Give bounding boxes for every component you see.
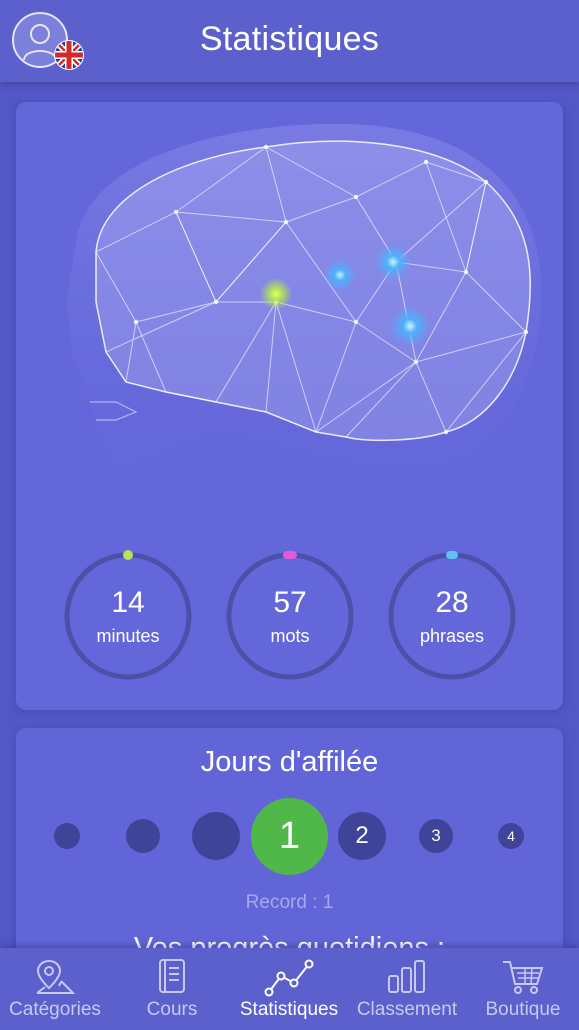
streak-record: Record : 1 <box>245 892 334 913</box>
brain-stats-card: 14 minutes 57 mots 28 phrases <box>16 102 563 710</box>
brain-head-illustration <box>66 123 542 523</box>
map-pin-icon <box>36 959 75 994</box>
stat-words: 57 mots <box>224 550 356 682</box>
stat-value: 14 <box>111 586 145 619</box>
line-chart-icon <box>264 959 314 997</box>
top-bar: Statistiques <box>0 0 579 82</box>
tab-label: Catégories <box>9 999 101 1020</box>
tab-label: Classement <box>356 999 458 1020</box>
bottom-tab-bar: Catégories Cours Statistiques Classement <box>0 948 579 1030</box>
cart-icon <box>503 961 544 994</box>
stat-label: phrases <box>419 626 485 646</box>
stat-label: minutes <box>96 626 160 646</box>
streak-day: 4 <box>498 823 524 849</box>
streak-title: Jours d'affilée <box>200 746 379 778</box>
streak-day: 2 <box>338 812 386 860</box>
tab-leaderboard[interactable]: Classement <box>352 948 462 1030</box>
streak-day <box>126 819 160 853</box>
stat-value: 28 <box>435 586 469 619</box>
page-title: Statistiques <box>199 20 380 58</box>
tab-statistics[interactable]: Statistiques <box>230 948 348 1030</box>
bar-chart-icon <box>388 960 425 993</box>
streak-day <box>54 823 80 849</box>
stat-phrases: 28 phrases <box>386 550 518 682</box>
book-icon <box>159 959 185 993</box>
tab-label: Boutique <box>485 999 561 1020</box>
tab-categories[interactable]: Catégories <box>0 948 110 1030</box>
stat-label: mots <box>270 626 310 646</box>
tab-label: Cours <box>146 999 198 1020</box>
stat-value: 57 <box>273 586 307 619</box>
tab-label: Statistiques <box>239 999 339 1020</box>
streak-day <box>192 812 240 860</box>
streak-day-current: 1 <box>251 798 328 875</box>
streak-day: 3 <box>419 819 453 853</box>
tab-courses[interactable]: Cours <box>118 948 226 1030</box>
tab-shop[interactable]: Boutique <box>470 948 576 1030</box>
stat-minutes: 14 minutes <box>62 550 194 682</box>
